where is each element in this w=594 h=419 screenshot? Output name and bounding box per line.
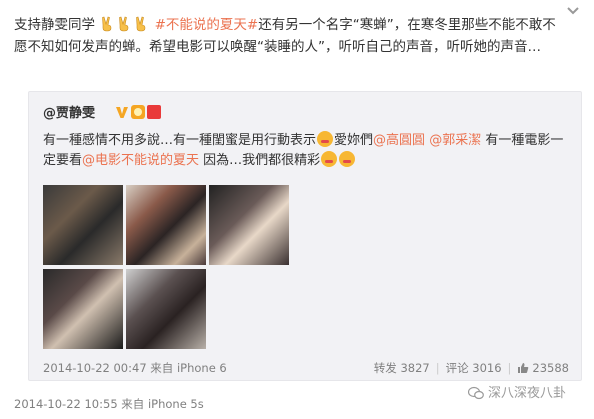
chevron-down-icon[interactable] xyxy=(566,6,580,16)
crown-icon xyxy=(131,104,145,119)
victory-hand-icon xyxy=(119,16,129,32)
red-envelope-icon xyxy=(147,104,161,119)
hashtag-link[interactable]: #不能说的夏天# xyxy=(155,17,259,33)
quoted-author-link[interactable]: @贾静雯 xyxy=(43,102,95,121)
victory-hand-icon xyxy=(136,16,146,32)
quoted-text-part-1: 有一種感情不用多說…有一種閨蜜是用行動表示 xyxy=(43,133,317,148)
kiss-emoji-icon xyxy=(321,151,338,167)
repost-count: 3827 xyxy=(400,361,430,375)
comment-count: 3016 xyxy=(472,361,502,375)
like-count: 23588 xyxy=(532,361,569,375)
photo-thumbnail-3[interactable] xyxy=(209,185,289,265)
watermark: 深八深夜八卦 xyxy=(467,382,566,401)
quoted-text-part-4: 因為…我們都很精彩 xyxy=(203,153,321,168)
repost-button[interactable]: 转发 3827 xyxy=(374,361,430,375)
quoted-actions: 转发 3827 | 评论 3016 | 23588 xyxy=(374,360,569,376)
quoted-timestamp-link[interactable]: 2014-10-22 00:47 xyxy=(43,361,147,375)
author-badges xyxy=(115,101,161,119)
post-source: 来自 iPhone 5s xyxy=(121,397,204,411)
divider: | xyxy=(435,361,440,375)
quoted-source: 来自 iPhone 6 xyxy=(150,361,227,375)
comment-button[interactable]: 评论 3016 xyxy=(446,361,502,375)
repost-label: 转发 xyxy=(373,361,397,375)
mention-link[interactable]: @郭采潔 xyxy=(429,133,481,148)
like-button[interactable]: 23588 xyxy=(517,361,569,375)
quoted-post: @贾静雯 有一種感情不用多說…有一種閨蜜是用行動表示 愛妳們@高圓圓 @郭采潔 有… xyxy=(28,91,582,381)
watermark-text: 深八深夜八卦 xyxy=(487,386,566,401)
verified-v-icon xyxy=(116,106,128,118)
quoted-text-part-2: 愛妳們 xyxy=(334,133,374,148)
post-meta: 2014-10-22 10:55 来自 iPhone 5s xyxy=(14,396,204,412)
post-text: 支持静雯同学 #不能说的夏天#还有另一个名字“寒蝉”，在寒冬里那些不能不敢不愿不… xyxy=(14,14,566,58)
divider: | xyxy=(507,361,512,375)
photo-thumbnail-4[interactable] xyxy=(43,269,123,349)
quoted-text: 有一種感情不用多說…有一種閨蜜是用行動表示 愛妳們@高圓圓 @郭采潔 有一種電影一… xyxy=(43,131,571,171)
post-text-part-1: 支持静雯同学 xyxy=(14,17,95,33)
photo-thumbnail-1[interactable] xyxy=(43,185,123,265)
kiss-emoji-icon xyxy=(317,131,334,147)
thumbs-up-icon xyxy=(518,363,529,373)
quoted-meta: 2014-10-22 00:47 来自 iPhone 6 xyxy=(43,360,227,376)
kiss-emoji-icon xyxy=(339,151,356,167)
photo-thumbnail-2[interactable] xyxy=(126,185,206,265)
wechat-icon xyxy=(467,386,484,400)
post-timestamp-link[interactable]: 2014-10-22 10:55 xyxy=(14,397,118,411)
photo-thumbnail-5[interactable] xyxy=(126,269,206,349)
victory-hand-icon xyxy=(102,16,112,32)
comment-label: 评论 xyxy=(445,361,469,375)
mention-link[interactable]: @高圓圓 xyxy=(373,133,425,148)
post-text-part-2: 还有另一个名字“寒蝉”，在寒冬里那些不能不敢不愿不知如何发声的蝉。希望电影可以唤… xyxy=(14,17,556,55)
mention-link[interactable]: @电影不能说的夏天 xyxy=(82,153,199,168)
